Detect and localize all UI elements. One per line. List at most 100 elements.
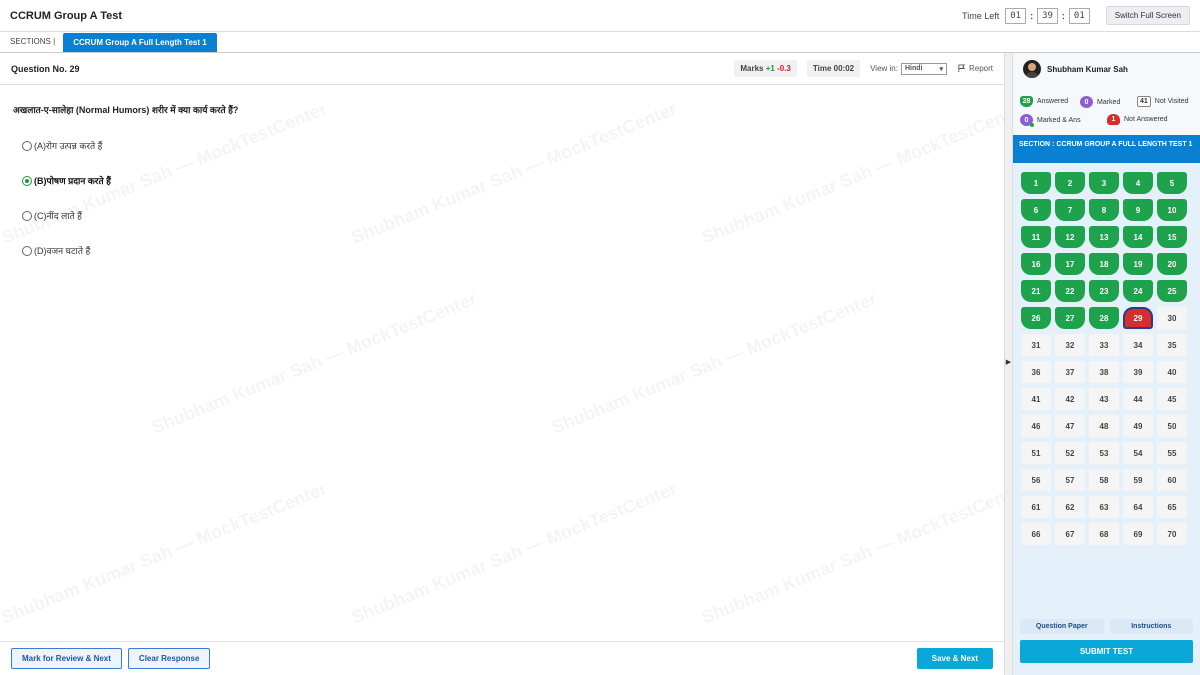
question-button-20[interactable]: 20: [1157, 253, 1187, 275]
question-button-4[interactable]: 4: [1123, 172, 1153, 194]
question-button-49[interactable]: 49: [1123, 415, 1153, 437]
question-button-40[interactable]: 40: [1157, 361, 1187, 383]
submit-test-button[interactable]: SUBMIT TEST: [1020, 640, 1193, 663]
option-label: (D)वजन घटाते हैं: [34, 246, 91, 256]
question-button-15[interactable]: 15: [1157, 226, 1187, 248]
question-button-10[interactable]: 10: [1157, 199, 1187, 221]
question-button-56[interactable]: 56: [1021, 469, 1051, 491]
question-button-12[interactable]: 12: [1055, 226, 1085, 248]
question-button-68[interactable]: 68: [1089, 523, 1119, 545]
question-button-67[interactable]: 67: [1055, 523, 1085, 545]
question-button-33[interactable]: 33: [1089, 334, 1119, 356]
question-text: अखलात-ए-सालेहा (Normal Humors) शरीर में …: [13, 105, 239, 115]
not-visited-label: Not Visited: [1154, 98, 1189, 105]
question-button-6[interactable]: 6: [1021, 199, 1051, 221]
question-button-27[interactable]: 27: [1055, 307, 1085, 329]
question-button-59[interactable]: 59: [1123, 469, 1153, 491]
question-button-3[interactable]: 3: [1089, 172, 1119, 194]
question-button-35[interactable]: 35: [1157, 334, 1187, 356]
mark-for-review-button[interactable]: Mark for Review & Next: [11, 648, 122, 669]
question-button-32[interactable]: 32: [1055, 334, 1085, 356]
question-button-63[interactable]: 63: [1089, 496, 1119, 518]
question-button-42[interactable]: 42: [1055, 388, 1085, 410]
instructions-button[interactable]: Instructions: [1109, 619, 1193, 634]
option-radio[interactable]: [22, 245, 32, 256]
option-radio[interactable]: [22, 175, 32, 186]
marked-ans-label: Marked & Ans: [1037, 116, 1081, 124]
question-button-47[interactable]: 47: [1055, 415, 1085, 437]
clear-response-button[interactable]: Clear Response: [127, 648, 211, 669]
question-button-31[interactable]: 31: [1021, 334, 1051, 356]
language-select[interactable]: Hindi ▾: [900, 62, 947, 75]
question-button-65[interactable]: 65: [1157, 496, 1187, 518]
question-button-39[interactable]: 39: [1123, 361, 1153, 383]
question-button-66[interactable]: 66: [1021, 523, 1051, 545]
question-button-61[interactable]: 61: [1021, 496, 1051, 518]
question-button-18[interactable]: 18: [1089, 253, 1119, 275]
question-button-22[interactable]: 22: [1055, 280, 1085, 302]
question-button-70[interactable]: 70: [1157, 523, 1187, 545]
question-button-23[interactable]: 23: [1089, 280, 1119, 302]
question-button-44[interactable]: 44: [1123, 388, 1153, 410]
question-button-9[interactable]: 9: [1123, 199, 1153, 221]
view-in: View in: Hindi ▾: [870, 62, 947, 75]
question-button-19[interactable]: 19: [1123, 253, 1153, 275]
question-button-8[interactable]: 8: [1089, 199, 1119, 221]
option-a[interactable]: (A)रोग उत्पन्न करते हैं: [22, 139, 102, 152]
question-button-25[interactable]: 25: [1157, 280, 1187, 302]
question-button-55[interactable]: 55: [1157, 442, 1187, 464]
question-button-45[interactable]: 45: [1157, 388, 1187, 410]
question-button-53[interactable]: 53: [1089, 442, 1119, 464]
option-radio[interactable]: [22, 140, 32, 151]
panel-actions: Question Paper Instructions SUBMIT TEST: [1013, 619, 1200, 663]
question-button-21[interactable]: 21: [1021, 280, 1051, 302]
question-button-54[interactable]: 54: [1123, 442, 1153, 464]
option-radio[interactable]: [22, 210, 32, 221]
question-button-69[interactable]: 69: [1123, 523, 1153, 545]
question-button-2[interactable]: 2: [1055, 172, 1085, 194]
question-button-62[interactable]: 62: [1055, 496, 1085, 518]
chevron-down-icon: ▾: [939, 65, 943, 73]
question-button-24[interactable]: 24: [1123, 280, 1153, 302]
question-button-43[interactable]: 43: [1089, 388, 1119, 410]
question-button-14[interactable]: 14: [1123, 226, 1153, 248]
question-button-30[interactable]: 30: [1157, 307, 1187, 329]
question-button-7[interactable]: 7: [1055, 199, 1085, 221]
collapse-arrow-icon[interactable]: ▶: [1004, 358, 1013, 366]
option-c[interactable]: (C)नींद लाते हैं: [22, 209, 82, 222]
tab-section-active[interactable]: CCRUM Group A Full Length Test 1: [63, 33, 217, 52]
question-button-37[interactable]: 37: [1055, 361, 1085, 383]
question-button-50[interactable]: 50: [1157, 415, 1187, 437]
question-button-1[interactable]: 1: [1021, 172, 1051, 194]
question-button-51[interactable]: 51: [1021, 442, 1051, 464]
report-button[interactable]: Report: [957, 64, 993, 73]
question-button-57[interactable]: 57: [1055, 469, 1085, 491]
question-button-26[interactable]: 26: [1021, 307, 1051, 329]
question-button-13[interactable]: 13: [1089, 226, 1119, 248]
question-button-38[interactable]: 38: [1089, 361, 1119, 383]
question-button-11[interactable]: 11: [1021, 226, 1051, 248]
question-button-29[interactable]: 29: [1123, 307, 1153, 329]
question-button-16[interactable]: 16: [1021, 253, 1051, 275]
bottom-action-bar: Mark for Review & Next Clear Response Sa…: [0, 641, 1004, 675]
question-button-34[interactable]: 34: [1123, 334, 1153, 356]
question-button-52[interactable]: 52: [1055, 442, 1085, 464]
switch-full-screen-button[interactable]: Switch Full Screen: [1105, 6, 1190, 25]
question-button-36[interactable]: 36: [1021, 361, 1051, 383]
question-button-48[interactable]: 48: [1089, 415, 1119, 437]
question-button-58[interactable]: 58: [1089, 469, 1119, 491]
question-paper-button[interactable]: Question Paper: [1020, 619, 1104, 634]
option-b[interactable]: (B)पोषण प्रदान करते हैं: [22, 174, 111, 187]
question-button-5[interactable]: 5: [1157, 172, 1187, 194]
save-next-button[interactable]: Save & Next: [916, 648, 993, 669]
question-button-64[interactable]: 64: [1123, 496, 1153, 518]
question-button-41[interactable]: 41: [1021, 388, 1051, 410]
question-button-17[interactable]: 17: [1055, 253, 1085, 275]
marked-ans-count: 0: [1020, 114, 1034, 127]
option-d[interactable]: (D)वजन घटाते हैं: [22, 244, 90, 257]
question-button-28[interactable]: 28: [1089, 307, 1119, 329]
watermark: Shubham Kumar Sah — MockTestCenter: [149, 288, 480, 438]
question-button-46[interactable]: 46: [1021, 415, 1051, 437]
question-header: Question No. 29 Marks +1 -0.3 Time 00:02…: [0, 53, 1004, 85]
question-button-60[interactable]: 60: [1157, 469, 1187, 491]
